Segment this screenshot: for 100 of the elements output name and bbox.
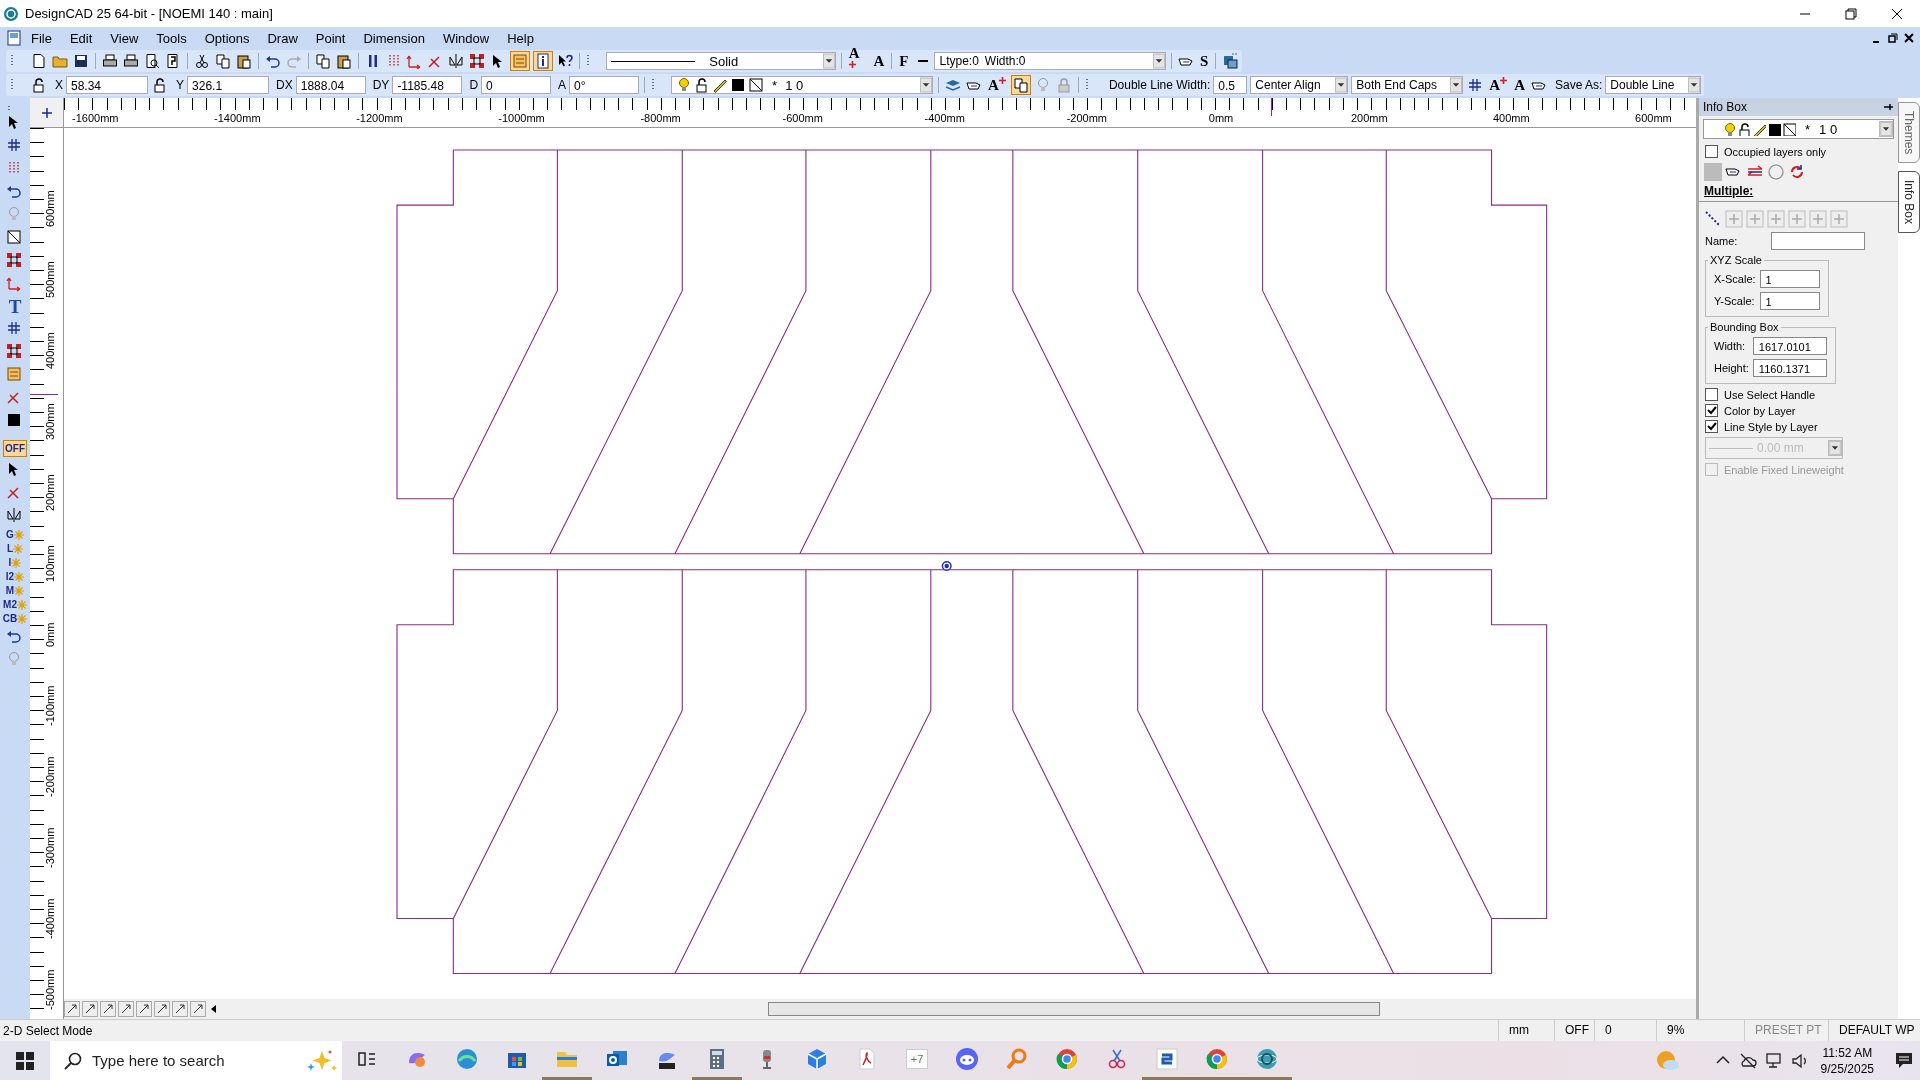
value-field[interactable]: 1617.0101 (1752, 337, 1827, 355)
network-icon[interactable] (1764, 1051, 1783, 1070)
side-tab[interactable]: Themes (1898, 102, 1920, 164)
arrow-button-icon[interactable] (100, 1001, 116, 1017)
color-swatch[interactable] (1704, 163, 1722, 181)
value-field[interactable]: 1 (1759, 270, 1820, 288)
printer-icon[interactable] (100, 52, 119, 70)
arrow-button-icon[interactable] (64, 1001, 80, 1017)
name-field[interactable] (1771, 232, 1865, 250)
snap-button[interactable]: L (6, 543, 24, 554)
search-field[interactable]: Type here to search (50, 1041, 342, 1080)
side-tab[interactable]: Info Box (1898, 171, 1920, 234)
checkbox[interactable] (1705, 388, 1718, 401)
symbol-button[interactable]: S (1197, 53, 1211, 69)
coordinate-field[interactable]: 58.34 (66, 76, 148, 94)
caret-icon[interactable] (920, 77, 933, 93)
caret-icon[interactable] (1335, 77, 1348, 93)
printer-icon[interactable] (121, 52, 140, 70)
selection-handle[interactable] (941, 561, 952, 572)
layer-dropdown[interactable]: * 1 0 (671, 76, 934, 94)
panel-toggle[interactable] (1010, 75, 1031, 95)
caret-icon[interactable] (822, 53, 835, 69)
line-type-dropdown[interactable]: Ltype:0 Width:0 (934, 52, 1166, 70)
grow-text-button[interactable]: A (1487, 77, 1510, 93)
app-icon (455, 1047, 479, 1071)
document-icon[interactable] (334, 52, 353, 70)
menu-item[interactable]: Tools (147, 28, 196, 48)
pin-icon[interactable] (1882, 102, 1894, 112)
menu-item[interactable]: Help (498, 28, 543, 48)
grow-text-button[interactable]: A (986, 77, 1008, 93)
align-dropdown[interactable]: Center Align (1250, 76, 1349, 94)
restore-icon[interactable] (1888, 33, 1898, 43)
speaker-icon[interactable] (1790, 1051, 1809, 1070)
layer-stack-icon[interactable] (1221, 52, 1240, 70)
end-caps-dropdown[interactable]: Both End Caps (1351, 76, 1464, 94)
coordinate-field[interactable]: 326.1 (187, 76, 270, 94)
text-style-button[interactable]: A (871, 53, 887, 69)
start-icon[interactable] (15, 1050, 35, 1071)
menu-item[interactable]: Point (306, 28, 355, 48)
close-icon[interactable] (1904, 33, 1914, 43)
menu-item[interactable]: File (22, 28, 61, 48)
menu-item[interactable]: Window (433, 28, 499, 48)
double-line-width-field[interactable]: 0.5 (1213, 76, 1248, 94)
value-field[interactable]: 1160.1371 (1752, 359, 1827, 377)
cloud-offline-icon[interactable] (1738, 1051, 1757, 1070)
snap-button[interactable]: CB (2, 613, 28, 624)
copy-icon[interactable] (213, 52, 232, 70)
panel-toggle[interactable] (510, 51, 531, 71)
arrow-button-icon[interactable] (172, 1001, 188, 1017)
snap-button[interactable]: I2 (5, 571, 25, 582)
mirror-icon[interactable] (447, 52, 466, 70)
paste-icon[interactable] (234, 52, 253, 70)
save-as-dropdown[interactable]: Double Line (1605, 76, 1702, 94)
coordinate-field[interactable]: 1888.04 (295, 76, 366, 94)
restore-icon[interactable] (1845, 7, 1857, 20)
arrow-button-icon[interactable] (82, 1001, 98, 1017)
snap-toggle[interactable]: OFF (3, 440, 27, 457)
menu-item[interactable]: Dimension (354, 28, 434, 48)
arrow-button-icon[interactable] (190, 1001, 206, 1017)
menu-item[interactable]: Options (195, 28, 259, 48)
caret-icon[interactable] (1879, 121, 1893, 137)
menu-item[interactable]: Draw (258, 28, 307, 48)
caret-icon[interactable] (1450, 77, 1463, 93)
fill-icon (1782, 122, 1796, 136)
line-style-dropdown[interactable]: Solid (606, 52, 836, 70)
clock-date[interactable]: 9/25/2025 (1820, 1060, 1874, 1077)
caret-icon[interactable] (1152, 53, 1165, 69)
menu-item[interactable]: View (101, 28, 148, 48)
arrow-button-icon[interactable] (154, 1001, 170, 1017)
grow-text-button[interactable]: A (846, 45, 869, 77)
font-button[interactable]: F (897, 53, 911, 69)
text-style-button[interactable]: A (1512, 77, 1527, 93)
line-type-icon[interactable] (1704, 210, 1722, 228)
menu-item[interactable]: Edit (60, 28, 102, 48)
arrow-button-icon[interactable] (136, 1001, 152, 1017)
refresh-icon[interactable] (1788, 163, 1806, 181)
clock-time[interactable]: 11:52 AM (1822, 1044, 1873, 1061)
notification-icon[interactable] (1894, 1050, 1914, 1071)
snap-button[interactable]: M (5, 585, 25, 596)
coordinate-field[interactable]: 0 (481, 76, 552, 94)
selection-squares-icon[interactable] (468, 52, 487, 70)
caret-icon[interactable] (1688, 77, 1701, 93)
arrow-button-icon[interactable] (118, 1001, 134, 1017)
snap-button[interactable]: G (6, 529, 24, 540)
text-tool-button[interactable]: T (8, 297, 22, 316)
coordinate-field[interactable]: 0° (569, 76, 640, 94)
close-icon[interactable] (1891, 7, 1903, 20)
panel-toggle[interactable] (533, 51, 554, 71)
scrollbar-thumb[interactable] (768, 1002, 1380, 1016)
checkbox[interactable] (1705, 145, 1718, 158)
snap-button[interactable]: I (8, 557, 22, 568)
snap-button[interactable]: M2 (3, 599, 27, 610)
coordinate-field[interactable]: -1185.48 (392, 76, 463, 94)
checkbox[interactable] (1705, 420, 1718, 433)
document-icon[interactable] (313, 52, 332, 70)
document-menu-icon[interactable] (6, 30, 22, 46)
value-field[interactable]: 1 (1759, 292, 1820, 310)
checkbox[interactable] (1705, 404, 1718, 417)
taskbar-app[interactable]: +7 (892, 1041, 942, 1080)
layer-dropdown[interactable]: * 1 0 (1703, 119, 1894, 139)
